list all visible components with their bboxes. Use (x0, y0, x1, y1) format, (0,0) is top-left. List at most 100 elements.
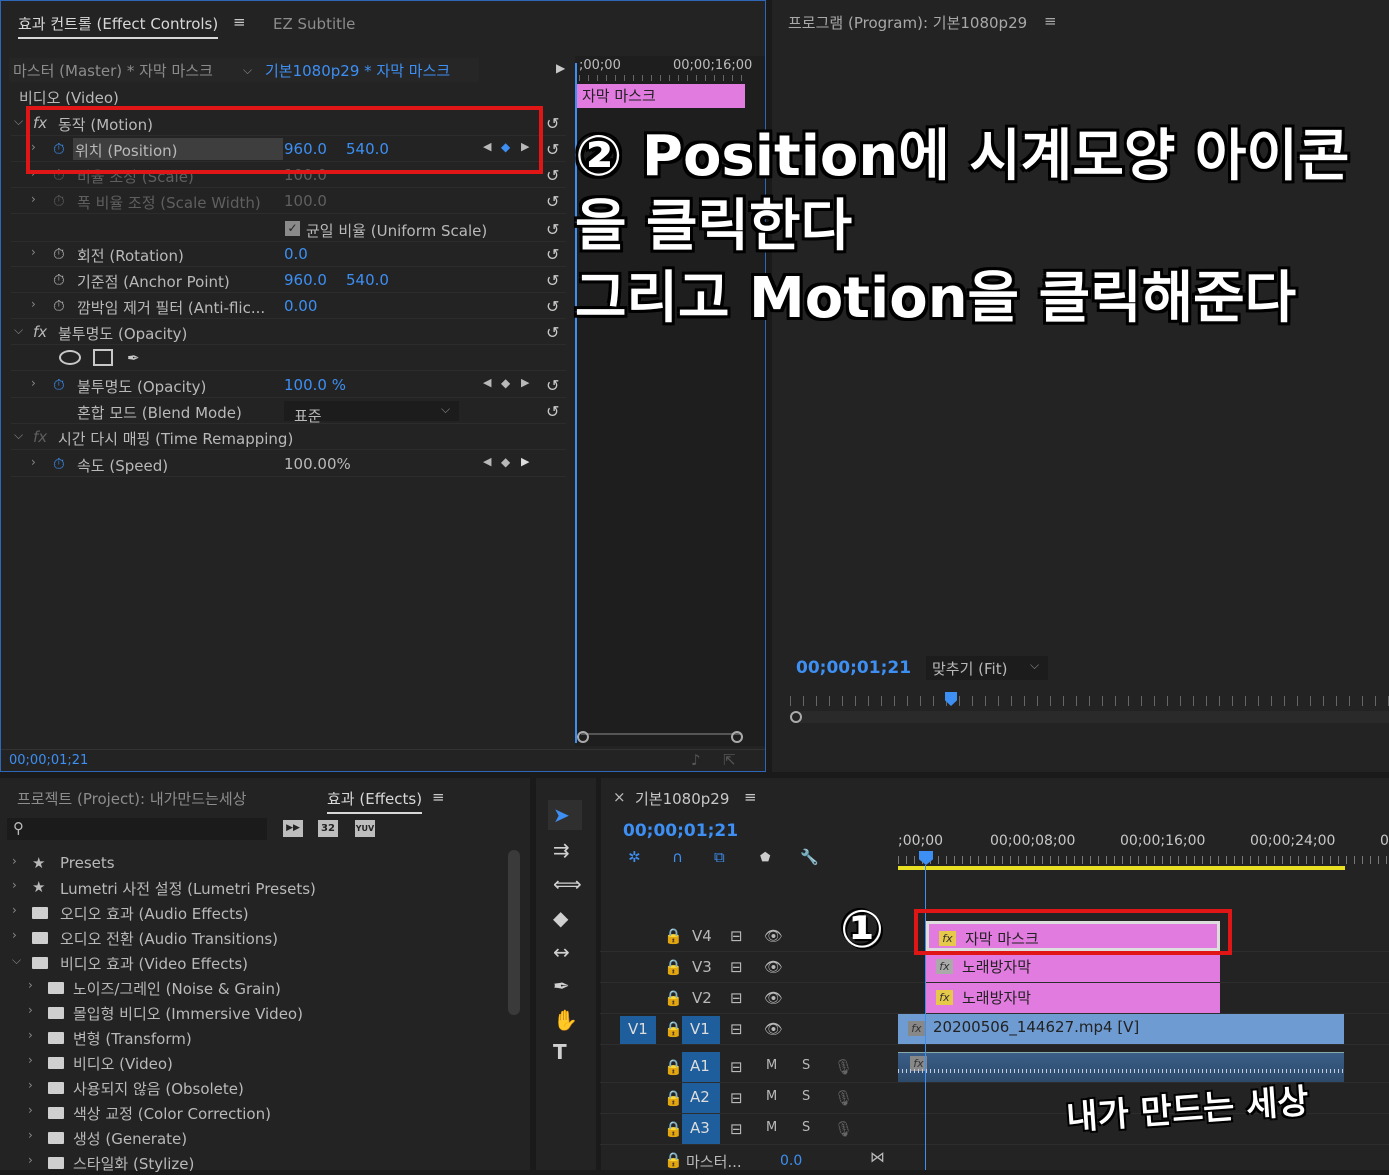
checkbox-checked-icon[interactable]: ✓ (285, 221, 300, 236)
chevron-down-icon[interactable]: ⌵ (1030, 658, 1039, 673)
chevron-right-icon[interactable]: › (31, 376, 36, 390)
hand-tool-icon[interactable]: ✋ (553, 1008, 578, 1032)
next-keyframe-icon[interactable]: ▶ (521, 376, 529, 389)
stopwatch-icon[interactable]: ⏱ (53, 455, 65, 473)
reset-icon[interactable]: ↺ (546, 140, 559, 159)
mute-button[interactable]: M (766, 1120, 777, 1135)
add-keyframe-icon[interactable]: ◆ (501, 455, 510, 469)
clip-karaoke-v2[interactable]: fx 노래방자막 (926, 983, 1220, 1013)
chevron-down-icon[interactable]: ⌵ (243, 63, 252, 78)
list-item[interactable]: › 몰입형 비디오 (Immersive Video) (10, 1000, 510, 1025)
chevron-right-icon[interactable]: › (28, 1003, 33, 1017)
reset-icon[interactable]: ↺ (546, 220, 559, 239)
chevron-down-icon[interactable]: ⌵ (14, 114, 23, 129)
speed-row[interactable]: › ⏱ 속도 (Speed) 100.00% ◀ ◆ ▶ (11, 451, 566, 477)
reset-icon[interactable]: ↺ (546, 192, 559, 211)
reset-icon[interactable]: ↺ (546, 245, 559, 264)
prev-keyframe-icon[interactable]: ◀ (483, 455, 491, 468)
sequence-link[interactable]: 기본1080p29 * 자막 마스크 (265, 60, 450, 81)
source-patch-v1[interactable]: V1 (620, 1016, 656, 1044)
bowtie-icon[interactable]: ⋈ (870, 1148, 885, 1166)
chevron-right-icon[interactable]: › (28, 1078, 33, 1092)
chevron-right-icon[interactable]: › (28, 1128, 33, 1142)
list-item[interactable]: › 노이즈/그레인 (Noise & Grain) (10, 975, 510, 1000)
lock-icon[interactable]: 🔒 (664, 1089, 683, 1107)
close-icon[interactable]: × (613, 788, 626, 806)
reset-icon[interactable]: ↺ (546, 323, 559, 342)
stopwatch-icon[interactable]: ⏱ (53, 192, 65, 210)
reset-icon[interactable]: ↺ (546, 297, 559, 316)
ec-timecode[interactable]: 00;00;01;21 (9, 753, 88, 768)
list-item[interactable]: › ★ Lumetri 사전 설정 (Lumetri Presets) (10, 875, 510, 900)
list-item[interactable]: › 사용되지 않음 (Obsolete) (10, 1075, 510, 1100)
blend-mode-select[interactable]: 표준 (284, 401, 459, 425)
track-select-tool-icon[interactable]: ⇉ (553, 838, 570, 862)
list-item[interactable]: › 스타일화 (Stylize) (10, 1150, 510, 1175)
tab-effect-controls[interactable]: 효과 컨트롤 (Effect Controls) (18, 13, 219, 39)
tab-project[interactable]: 프로젝트 (Project): 내가만드는세상 (17, 788, 246, 809)
menu-icon[interactable]: ≡ (1044, 12, 1057, 30)
sync-lock-icon[interactable]: ⊟ (730, 927, 743, 945)
effects-search-input[interactable]: ⚲ (7, 818, 267, 840)
accelerated-effects-icon[interactable]: ▶▶ (283, 820, 303, 837)
pen-mask-icon[interactable]: ✒ (127, 349, 140, 367)
fit-select[interactable]: 맞추기 (Fit) ⌵ (926, 656, 1048, 680)
list-item[interactable]: › 오디오 전환 (Audio Transitions) (10, 925, 510, 950)
pen-tool-icon[interactable]: ✒ (553, 974, 570, 998)
menu-icon[interactable]: ≡ (233, 13, 246, 31)
clip-karaoke-v3[interactable]: fx 노래방자막 (926, 952, 1220, 982)
type-tool-icon[interactable]: T (553, 1040, 567, 1064)
anti-flicker-row[interactable]: › ⏱ 깜박임 제거 필터 (Anti-flic... 0.00 ↺ (11, 293, 566, 319)
chevron-down-icon[interactable]: ⌵ (441, 402, 450, 417)
mic-icon[interactable]: 🎙 (834, 1120, 853, 1138)
chevron-down-icon[interactable]: ⌵ (12, 953, 21, 968)
lock-icon[interactable]: 🔒 (664, 927, 683, 945)
reset-icon[interactable]: ↺ (546, 166, 559, 185)
work-area-bar[interactable] (898, 866, 1345, 870)
add-marker-icon[interactable]: ⬟ (760, 850, 770, 864)
add-keyframe-icon[interactable]: ◆ (501, 376, 510, 390)
sync-lock-icon[interactable]: ⊟ (730, 958, 743, 976)
ripple-edit-tool-icon[interactable]: ⟺ (553, 872, 582, 896)
sequence-tab[interactable]: 기본1080p29 (635, 788, 729, 809)
chevron-right-icon[interactable]: › (28, 1153, 33, 1167)
chevron-right-icon[interactable]: › (31, 245, 36, 259)
audio-icon[interactable]: ♪ (691, 751, 701, 769)
rotation-row[interactable]: › ⏱ 회전 (Rotation) 0.0 ↺ (11, 241, 566, 267)
chevron-right-icon[interactable]: › (28, 1053, 33, 1067)
reset-icon[interactable]: ↺ (546, 402, 559, 421)
program-timecode[interactable]: 00;00;01;21 (796, 658, 911, 678)
insert-nest-icon[interactable]: ✲ (628, 848, 641, 866)
slip-tool-icon[interactable]: ↔ (553, 940, 570, 964)
list-item[interactable]: › ★ Presets (10, 851, 510, 876)
chevron-right-icon[interactable]: › (31, 455, 36, 469)
scroll-handle-left[interactable] (790, 711, 802, 723)
eye-icon[interactable]: 👁 (764, 958, 783, 976)
mic-icon[interactable]: 🎙 (834, 1058, 853, 1076)
mute-button[interactable]: M (766, 1089, 777, 1104)
menu-icon[interactable]: ≡ (432, 788, 445, 806)
solo-button[interactable]: S (802, 1058, 810, 1073)
anchor-point-row[interactable]: ⏱ 기준점 (Anchor Point) 960.0 540.0 ↺ (11, 267, 566, 293)
tab-ez-subtitle[interactable]: EZ Subtitle (273, 15, 355, 33)
chevron-right-icon[interactable]: › (31, 192, 36, 206)
opacity-header-row[interactable]: ⌵ fx 불투명도 (Opacity) ↺ (11, 319, 566, 345)
sync-lock-icon[interactable]: ⊟ (730, 1089, 743, 1107)
chevron-right-icon[interactable]: › (28, 1103, 33, 1117)
menu-icon[interactable]: ≡ (744, 788, 757, 806)
blend-mode-row[interactable]: 혼합 모드 (Blend Mode) 표준 ⌵ ↺ (11, 398, 566, 425)
scroll-handle-right[interactable] (731, 731, 743, 743)
chevron-down-icon[interactable]: ⌵ (14, 428, 23, 443)
program-scroll[interactable] (800, 711, 1389, 723)
list-item[interactable]: › 색상 교정 (Color Correction) (10, 1100, 510, 1125)
linked-selection-icon[interactable]: ⧉ (714, 848, 725, 866)
chevron-right-icon[interactable]: › (28, 1028, 33, 1042)
uniform-scale-row[interactable]: ✓ 균일 비율 (Uniform Scale) ↺ (11, 216, 566, 242)
list-item[interactable]: ⌵ 비디오 효과 (Video Effects) (10, 950, 510, 975)
razor-tool-icon[interactable]: ◆ (553, 906, 568, 930)
list-item[interactable]: › 변형 (Transform) (10, 1025, 510, 1050)
chevron-right-icon[interactable]: › (12, 878, 17, 892)
stopwatch-icon[interactable]: ⏱ (53, 376, 65, 394)
timeline-ruler-ticks[interactable] (898, 856, 1389, 864)
clip-video-v1[interactable]: fx 20200506_144627.mp4 [V] (898, 1014, 1344, 1044)
